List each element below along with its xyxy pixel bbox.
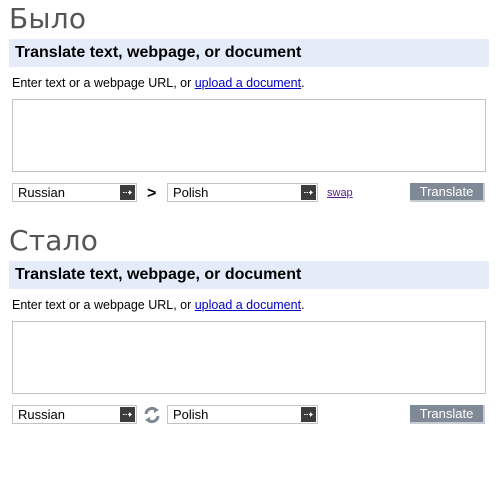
before-target-language-value: Polish (173, 185, 209, 200)
before-heading: Было (9, 2, 87, 35)
after-title-bar: Translate text, webpage, or document (9, 261, 489, 289)
after-target-language-select[interactable]: Polish (167, 405, 318, 424)
arrow-right-icon[interactable] (120, 185, 135, 200)
arrow-right-icon[interactable] (120, 407, 135, 422)
after-heading: Стало (9, 224, 99, 257)
before-title-bar: Translate text, webpage, or document (9, 39, 489, 67)
before-bar-title: Translate text, webpage, or document (15, 44, 302, 61)
before-swap-link[interactable]: swap (327, 187, 353, 199)
after-bar-title: Translate text, webpage, or document (15, 266, 302, 283)
arrow-right-icon[interactable] (301, 407, 316, 422)
after-intro-text: Enter text or a webpage URL, or (12, 298, 195, 312)
after-intro-end: . (301, 298, 305, 312)
after-source-language-select[interactable]: Russian (12, 405, 137, 424)
before-upload-link[interactable]: upload a document (195, 76, 301, 90)
before-translate-button[interactable]: Translate (410, 183, 485, 202)
before-text-input[interactable] (12, 99, 486, 172)
before-section: Было Translate text, webpage, or documen… (0, 0, 500, 222)
before-target-language-select[interactable]: Polish (167, 183, 318, 202)
swap-arrows-icon[interactable] (143, 406, 161, 424)
before-intro-end: . (301, 76, 305, 90)
after-text-input[interactable] (12, 321, 486, 394)
after-section: Стало Translate text, webpage, or docume… (0, 222, 500, 444)
after-upload-link[interactable]: upload a document (195, 298, 301, 312)
after-intro: Enter text or a webpage URL, or upload a… (12, 298, 305, 313)
before-source-language-value: Russian (18, 185, 65, 200)
arrow-right-icon[interactable] (301, 185, 316, 200)
after-translate-button[interactable]: Translate (410, 405, 485, 424)
after-target-language-value: Polish (173, 407, 209, 422)
before-intro: Enter text or a webpage URL, or upload a… (12, 76, 305, 91)
before-intro-text: Enter text or a webpage URL, or (12, 76, 195, 90)
after-source-language-value: Russian (18, 407, 65, 422)
before-direction-symbol: > (147, 185, 157, 202)
before-source-language-select[interactable]: Russian (12, 183, 137, 202)
